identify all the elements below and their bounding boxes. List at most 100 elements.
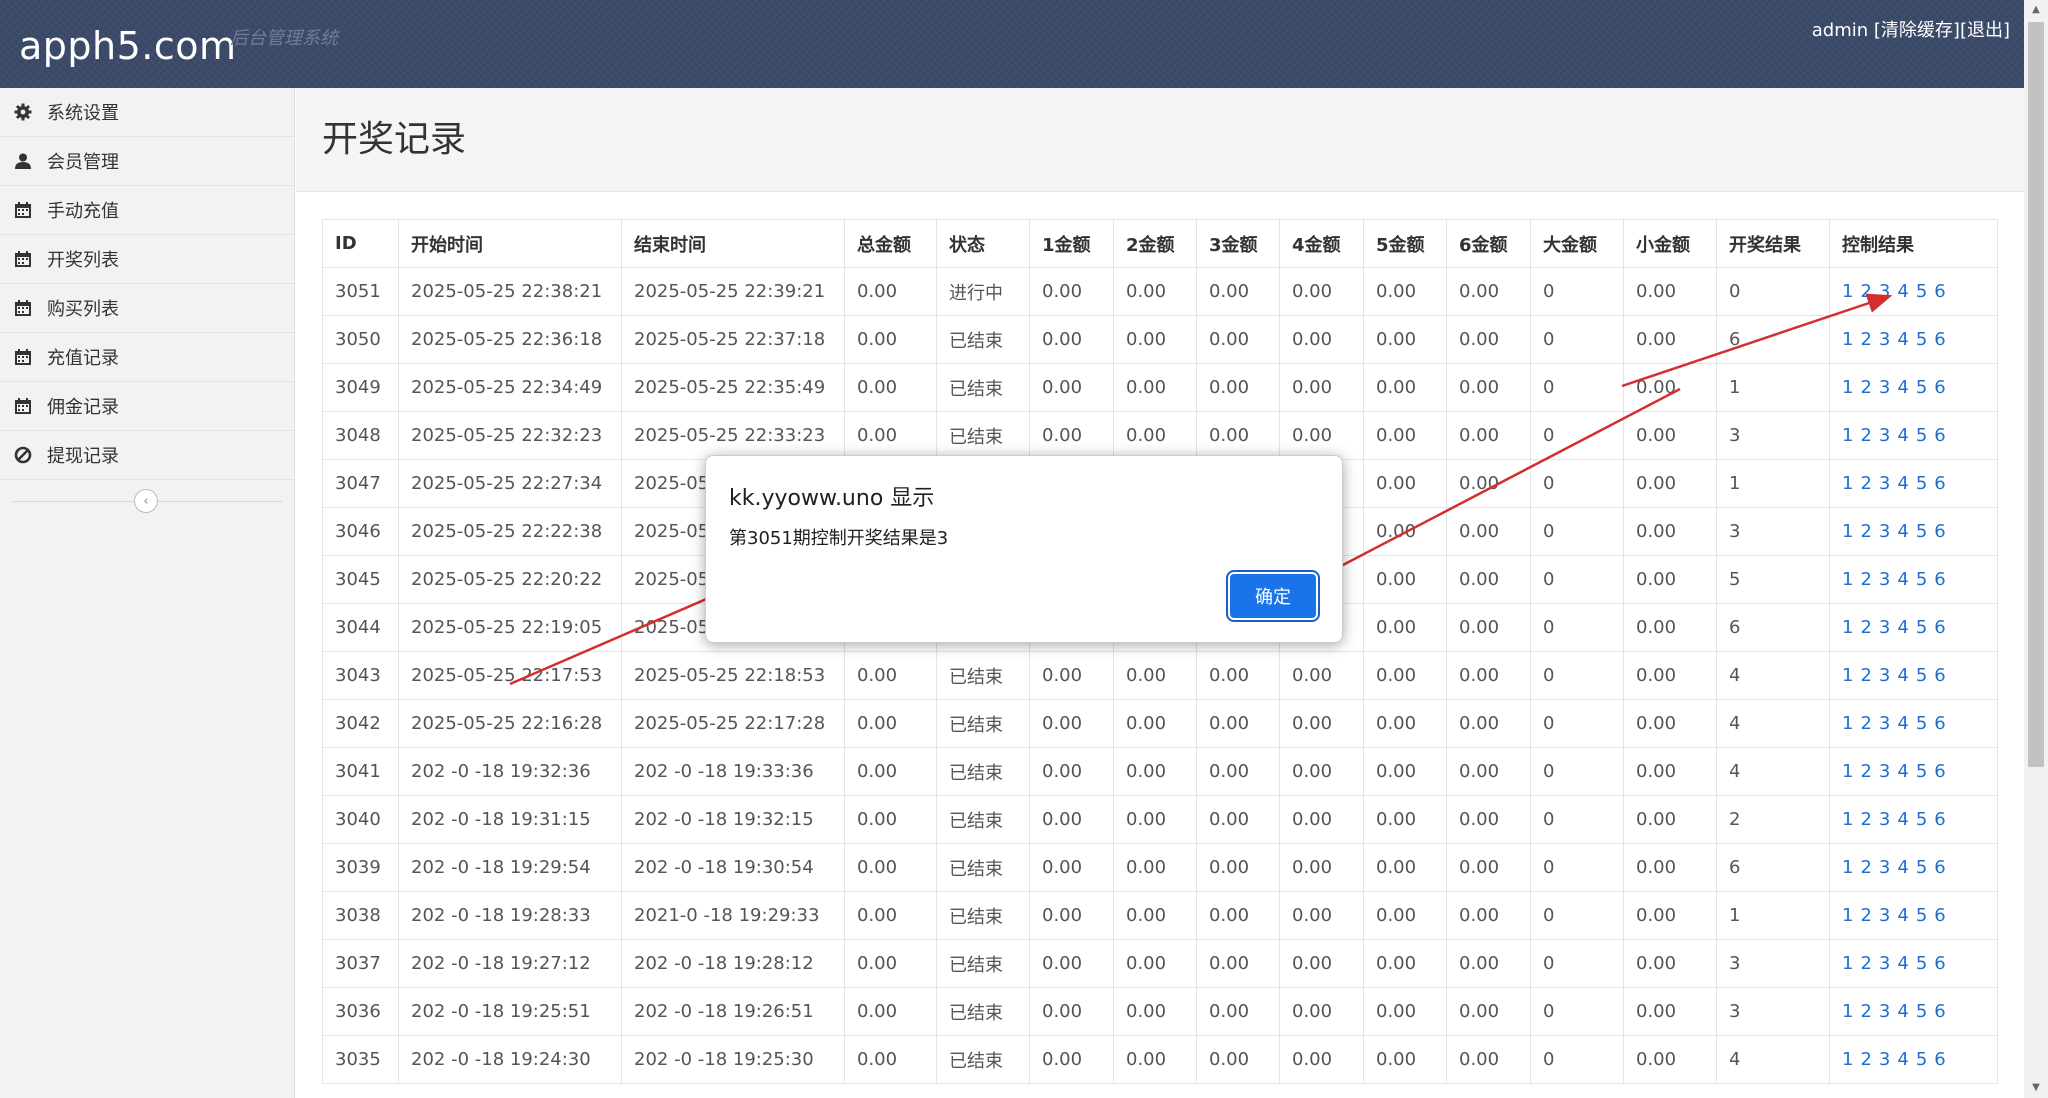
control-result-link[interactable]: 5: [1916, 713, 1927, 734]
control-result-link[interactable]: 4: [1897, 377, 1908, 398]
control-result-link[interactable]: 4: [1897, 953, 1908, 974]
control-result-link[interactable]: 5: [1916, 617, 1927, 638]
control-result-link[interactable]: 3: [1879, 617, 1890, 638]
control-result-link[interactable]: 4: [1897, 569, 1908, 590]
control-result-link[interactable]: 5: [1916, 857, 1927, 878]
control-result-link[interactable]: 6: [1934, 377, 1945, 398]
control-result-link[interactable]: 3: [1879, 1049, 1890, 1070]
control-result-link[interactable]: 5: [1916, 569, 1927, 590]
control-result-link[interactable]: 2: [1860, 425, 1871, 446]
control-result-link[interactable]: 2: [1860, 713, 1871, 734]
control-result-link[interactable]: 3: [1879, 761, 1890, 782]
sidebar-item-purchase-list[interactable]: 购买列表: [0, 284, 294, 333]
control-result-link[interactable]: 1: [1842, 521, 1853, 542]
control-result-link[interactable]: 1: [1842, 377, 1853, 398]
control-result-link[interactable]: 6: [1934, 905, 1945, 926]
control-result-link[interactable]: 3: [1879, 329, 1890, 350]
control-result-link[interactable]: 3: [1879, 665, 1890, 686]
control-result-link[interactable]: 4: [1897, 665, 1908, 686]
control-result-link[interactable]: 6: [1934, 281, 1945, 302]
control-result-link[interactable]: 5: [1916, 761, 1927, 782]
control-result-link[interactable]: 1: [1842, 569, 1853, 590]
control-result-link[interactable]: 5: [1916, 809, 1927, 830]
control-result-link[interactable]: 6: [1934, 425, 1945, 446]
scroll-thumb[interactable]: [2028, 22, 2044, 767]
control-result-link[interactable]: 5: [1916, 1001, 1927, 1022]
control-result-link[interactable]: 4: [1897, 281, 1908, 302]
control-result-link[interactable]: 2: [1860, 329, 1871, 350]
control-result-link[interactable]: 5: [1916, 329, 1927, 350]
control-result-link[interactable]: 2: [1860, 617, 1871, 638]
control-result-link[interactable]: 4: [1897, 1049, 1908, 1070]
control-result-link[interactable]: 2: [1860, 1001, 1871, 1022]
control-result-link[interactable]: 6: [1934, 473, 1945, 494]
control-result-link[interactable]: 1: [1842, 713, 1853, 734]
control-result-link[interactable]: 4: [1897, 473, 1908, 494]
control-result-link[interactable]: 4: [1897, 713, 1908, 734]
control-result-link[interactable]: 5: [1916, 953, 1927, 974]
control-result-link[interactable]: 4: [1897, 329, 1908, 350]
logout-link[interactable]: [退出]: [1960, 20, 2010, 41]
control-result-link[interactable]: 3: [1879, 1001, 1890, 1022]
control-result-link[interactable]: 6: [1934, 1049, 1945, 1070]
control-result-link[interactable]: 1: [1842, 1001, 1853, 1022]
control-result-link[interactable]: 2: [1860, 377, 1871, 398]
control-result-link[interactable]: 2: [1860, 953, 1871, 974]
control-result-link[interactable]: 4: [1897, 809, 1908, 830]
control-result-link[interactable]: 5: [1916, 377, 1927, 398]
control-result-link[interactable]: 6: [1934, 809, 1945, 830]
control-result-link[interactable]: 6: [1934, 761, 1945, 782]
control-result-link[interactable]: 3: [1879, 521, 1890, 542]
site-logo[interactable]: apph5.com: [19, 24, 237, 68]
control-result-link[interactable]: 1: [1842, 857, 1853, 878]
sidebar-item-manual-recharge[interactable]: 手动充值: [0, 186, 294, 235]
control-result-link[interactable]: 2: [1860, 1049, 1871, 1070]
control-result-link[interactable]: 6: [1934, 713, 1945, 734]
sidebar-item-lottery-list[interactable]: 开奖列表: [0, 235, 294, 284]
control-result-link[interactable]: 1: [1842, 1049, 1853, 1070]
scroll-down-arrow-icon[interactable]: ▼: [2024, 1078, 2048, 1098]
control-result-link[interactable]: 4: [1897, 1001, 1908, 1022]
control-result-link[interactable]: 5: [1916, 665, 1927, 686]
control-result-link[interactable]: 3: [1879, 425, 1890, 446]
chevron-left-icon[interactable]: ‹: [134, 489, 158, 513]
control-result-link[interactable]: 1: [1842, 953, 1853, 974]
control-result-link[interactable]: 1: [1842, 281, 1853, 302]
control-result-link[interactable]: 6: [1934, 953, 1945, 974]
control-result-link[interactable]: 2: [1860, 905, 1871, 926]
control-result-link[interactable]: 5: [1916, 521, 1927, 542]
control-result-link[interactable]: 1: [1842, 905, 1853, 926]
control-result-link[interactable]: 1: [1842, 425, 1853, 446]
control-result-link[interactable]: 5: [1916, 1049, 1927, 1070]
control-result-link[interactable]: 2: [1860, 473, 1871, 494]
control-result-link[interactable]: 3: [1879, 473, 1890, 494]
scroll-up-arrow-icon[interactable]: ▲: [2024, 0, 2048, 20]
control-result-link[interactable]: 6: [1934, 665, 1945, 686]
control-result-link[interactable]: 4: [1897, 425, 1908, 446]
control-result-link[interactable]: 1: [1842, 617, 1853, 638]
sidebar-item-system-settings[interactable]: 系统设置: [0, 88, 294, 137]
control-result-link[interactable]: 2: [1860, 281, 1871, 302]
clear-cache-link[interactable]: [清除缓存]: [1874, 20, 1960, 41]
control-result-link[interactable]: 3: [1879, 905, 1890, 926]
control-result-link[interactable]: 4: [1897, 905, 1908, 926]
control-result-link[interactable]: 1: [1842, 473, 1853, 494]
control-result-link[interactable]: 4: [1897, 521, 1908, 542]
control-result-link[interactable]: 5: [1916, 473, 1927, 494]
sidebar-item-withdrawal-records[interactable]: 提现记录: [0, 431, 294, 480]
control-result-link[interactable]: 6: [1934, 617, 1945, 638]
control-result-link[interactable]: 2: [1860, 665, 1871, 686]
sidebar-item-recharge-records[interactable]: 充值记录: [0, 333, 294, 382]
control-result-link[interactable]: 6: [1934, 857, 1945, 878]
control-result-link[interactable]: 3: [1879, 713, 1890, 734]
sidebar-item-commission-records[interactable]: 佣金记录: [0, 382, 294, 431]
control-result-link[interactable]: 6: [1934, 521, 1945, 542]
control-result-link[interactable]: 4: [1897, 617, 1908, 638]
control-result-link[interactable]: 3: [1879, 809, 1890, 830]
control-result-link[interactable]: 3: [1879, 377, 1890, 398]
control-result-link[interactable]: 4: [1897, 857, 1908, 878]
control-result-link[interactable]: 3: [1879, 953, 1890, 974]
control-result-link[interactable]: 4: [1897, 761, 1908, 782]
control-result-link[interactable]: 1: [1842, 329, 1853, 350]
control-result-link[interactable]: 2: [1860, 521, 1871, 542]
